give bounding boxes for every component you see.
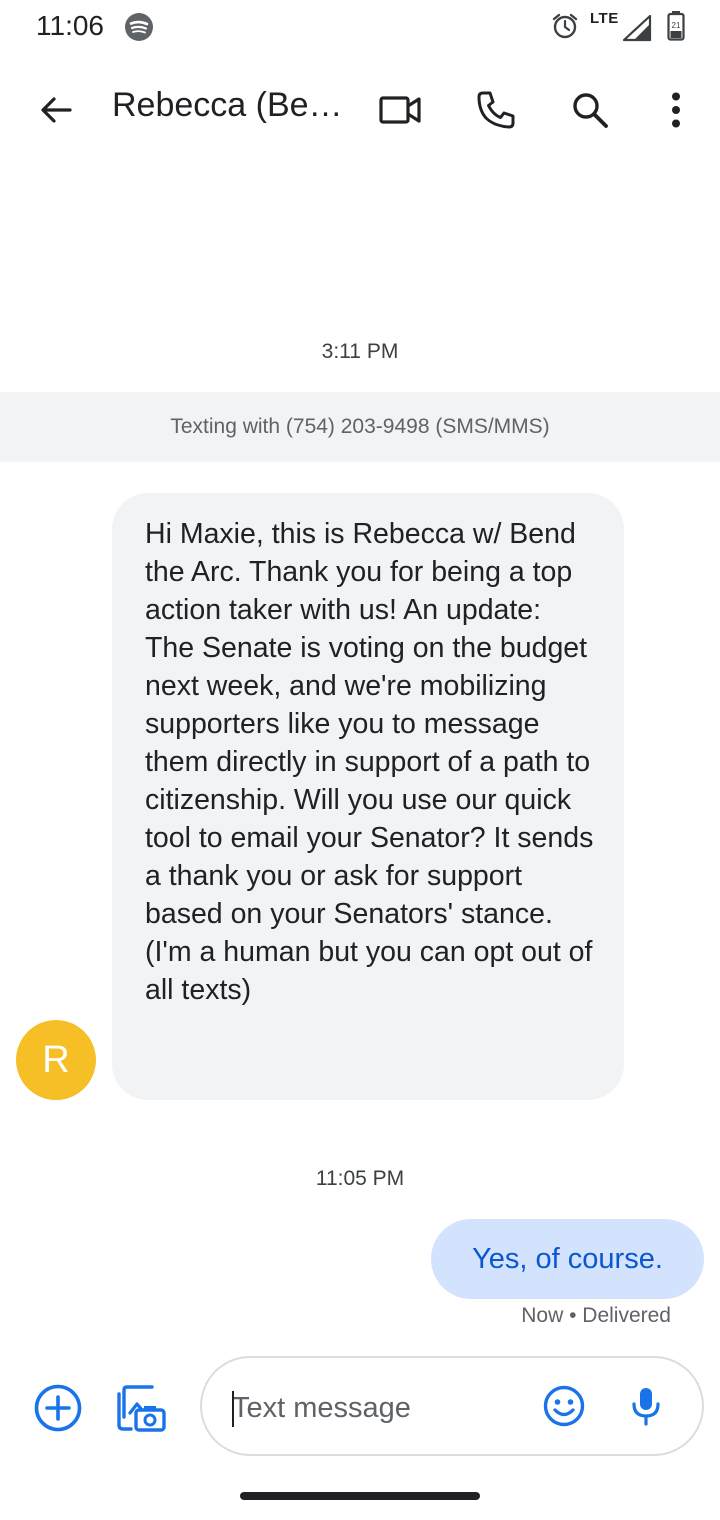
- outgoing-message-bubble[interactable]: Yes, of course.: [431, 1219, 704, 1299]
- emoji-button[interactable]: [540, 1382, 588, 1430]
- alarm-icon: [552, 13, 578, 39]
- emoji-icon: [543, 1385, 585, 1427]
- contact-name[interactable]: Rebecca (Be…: [112, 86, 352, 125]
- status-bar: 11:06 LTE 21: [0, 0, 720, 54]
- texting-info-text: Texting with (754) 203-9498 (SMS/MMS): [170, 415, 550, 438]
- spotify-icon: [125, 13, 153, 41]
- battery-level: 21: [672, 21, 681, 30]
- search-button[interactable]: [564, 84, 616, 136]
- video-call-icon: [379, 96, 421, 124]
- texting-info-banner: Texting with (754) 203-9498 (SMS/MMS): [0, 392, 720, 462]
- network-type-label: LTE: [590, 10, 619, 27]
- signal-icon: [622, 14, 652, 42]
- add-icon: [34, 1384, 82, 1432]
- battery-icon: 21: [667, 11, 685, 41]
- phone-call-button[interactable]: [470, 84, 522, 136]
- back-button[interactable]: [30, 84, 82, 136]
- gallery-camera-icon: [117, 1385, 166, 1432]
- delivery-status: Now • Delivered: [521, 1304, 671, 1327]
- text-cursor: [232, 1391, 234, 1427]
- search-icon: [573, 93, 608, 128]
- incoming-message-bubble[interactable]: Hi Maxie, this is Rebecca w/ Bend the Ar…: [112, 493, 624, 1100]
- phone-icon: [477, 91, 515, 129]
- add-attachment-button[interactable]: [32, 1382, 84, 1434]
- message-timestamp: 3:11 PM: [321, 340, 399, 363]
- message-input[interactable]: [232, 1382, 532, 1434]
- gallery-camera-button[interactable]: [116, 1381, 168, 1433]
- more-vert-icon: [672, 92, 680, 128]
- incoming-message-text: Hi Maxie, this is Rebecca w/ Bend the Ar…: [145, 518, 594, 1006]
- compose-box[interactable]: [200, 1356, 704, 1456]
- voice-input-button[interactable]: [622, 1382, 670, 1430]
- outgoing-message-text: Yes, of course.: [472, 1242, 663, 1275]
- app-bar: Rebecca (Be…: [0, 54, 720, 164]
- contact-avatar[interactable]: R: [16, 1020, 96, 1100]
- back-icon: [41, 97, 72, 123]
- status-time: 11:06: [36, 10, 104, 41]
- more-options-button[interactable]: [650, 84, 702, 136]
- home-indicator[interactable]: [240, 1492, 480, 1500]
- message-timestamp: 11:05 PM: [315, 1167, 405, 1190]
- mic-icon: [632, 1388, 660, 1426]
- video-call-button[interactable]: [374, 84, 426, 136]
- avatar-initial: R: [42, 1038, 70, 1081]
